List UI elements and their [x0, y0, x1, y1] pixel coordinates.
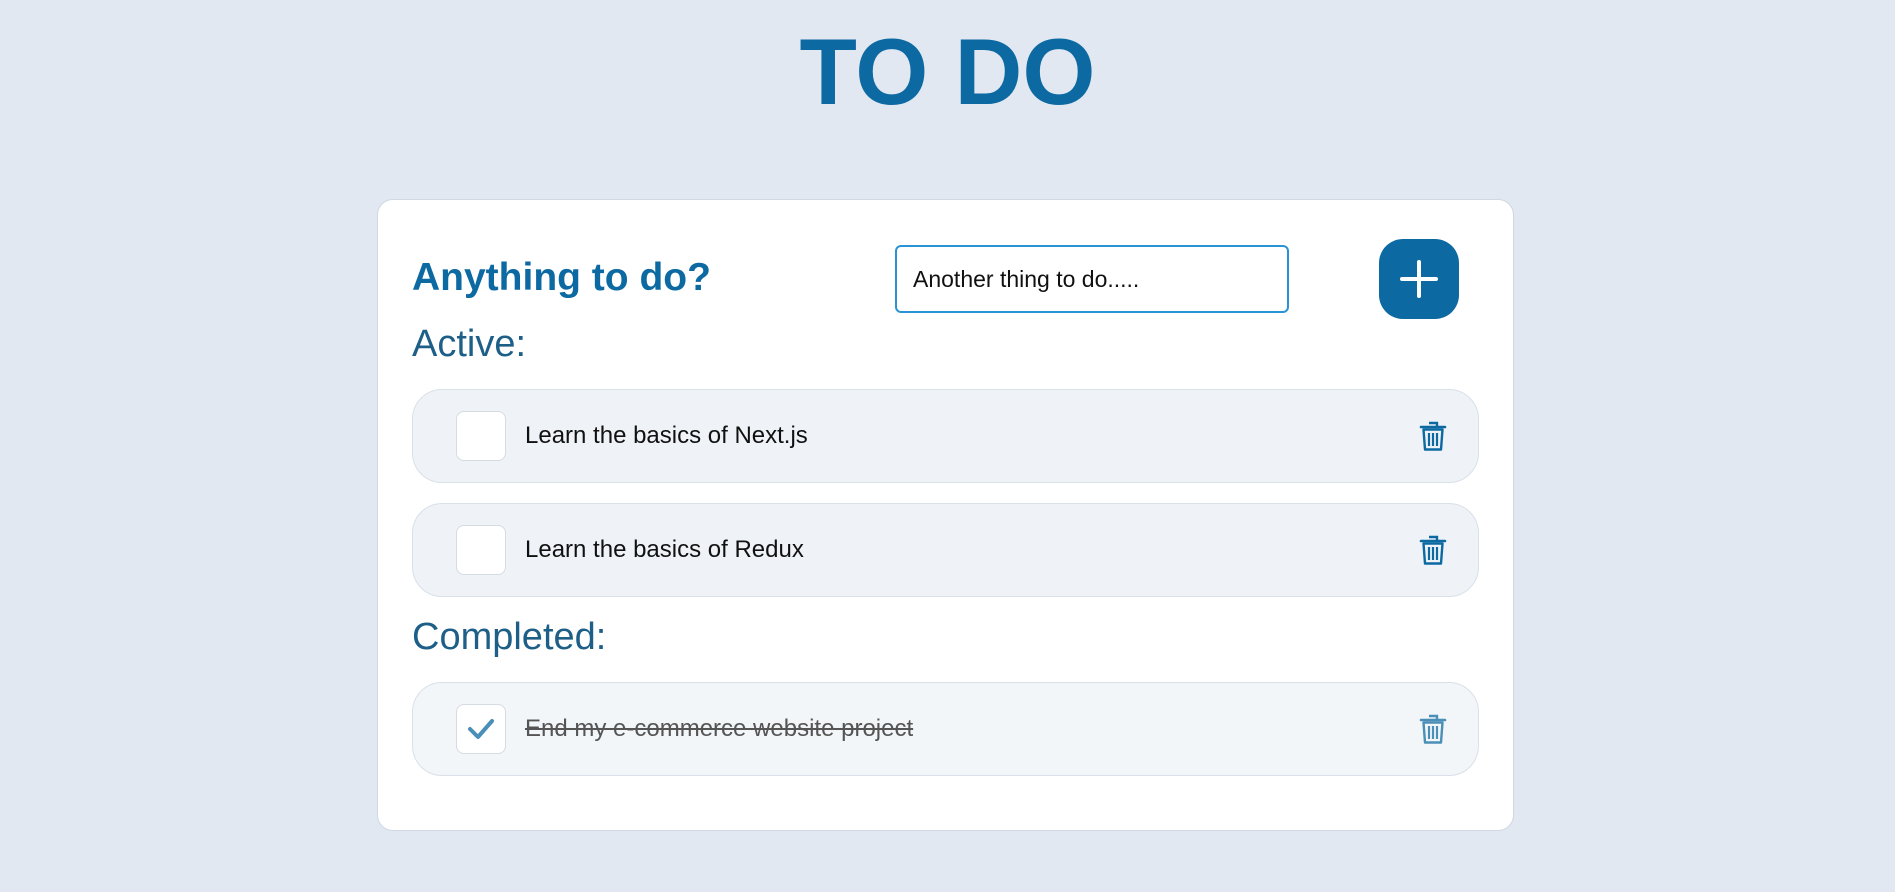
active-section-heading: Active: — [412, 323, 527, 365]
delete-button[interactable] — [1416, 418, 1450, 454]
todo-item-completed-1: End my e-commerce website project — [412, 682, 1479, 776]
todo-text: Learn the basics of Next.js — [525, 422, 808, 449]
todo-text: End my e-commerce website project — [525, 715, 914, 742]
add-todo-button[interactable] — [1379, 239, 1459, 319]
todo-item-active-1: Learn the basics of Next.js — [412, 389, 1479, 483]
checkmark-icon — [468, 719, 494, 739]
trash-icon — [1419, 535, 1447, 565]
completed-section-heading: Completed: — [412, 616, 607, 658]
todo-item-active-2: Learn the basics of Redux — [412, 503, 1479, 597]
delete-button[interactable] — [1416, 532, 1450, 568]
new-todo-input[interactable] — [895, 245, 1289, 313]
todo-checkbox[interactable] — [456, 411, 506, 461]
form-prompt: Anything to do? — [412, 256, 711, 299]
todo-text: Learn the basics of Redux — [525, 536, 804, 563]
trash-icon — [1419, 421, 1447, 451]
todo-card: Anything to do? Active: Learn the basics… — [377, 199, 1514, 831]
trash-icon — [1419, 714, 1447, 744]
plus-icon — [1400, 260, 1438, 298]
delete-button[interactable] — [1416, 711, 1450, 747]
todo-checkbox[interactable] — [456, 525, 506, 575]
todo-checkbox[interactable] — [456, 704, 506, 754]
page-title: TO DO — [799, 19, 1096, 124]
